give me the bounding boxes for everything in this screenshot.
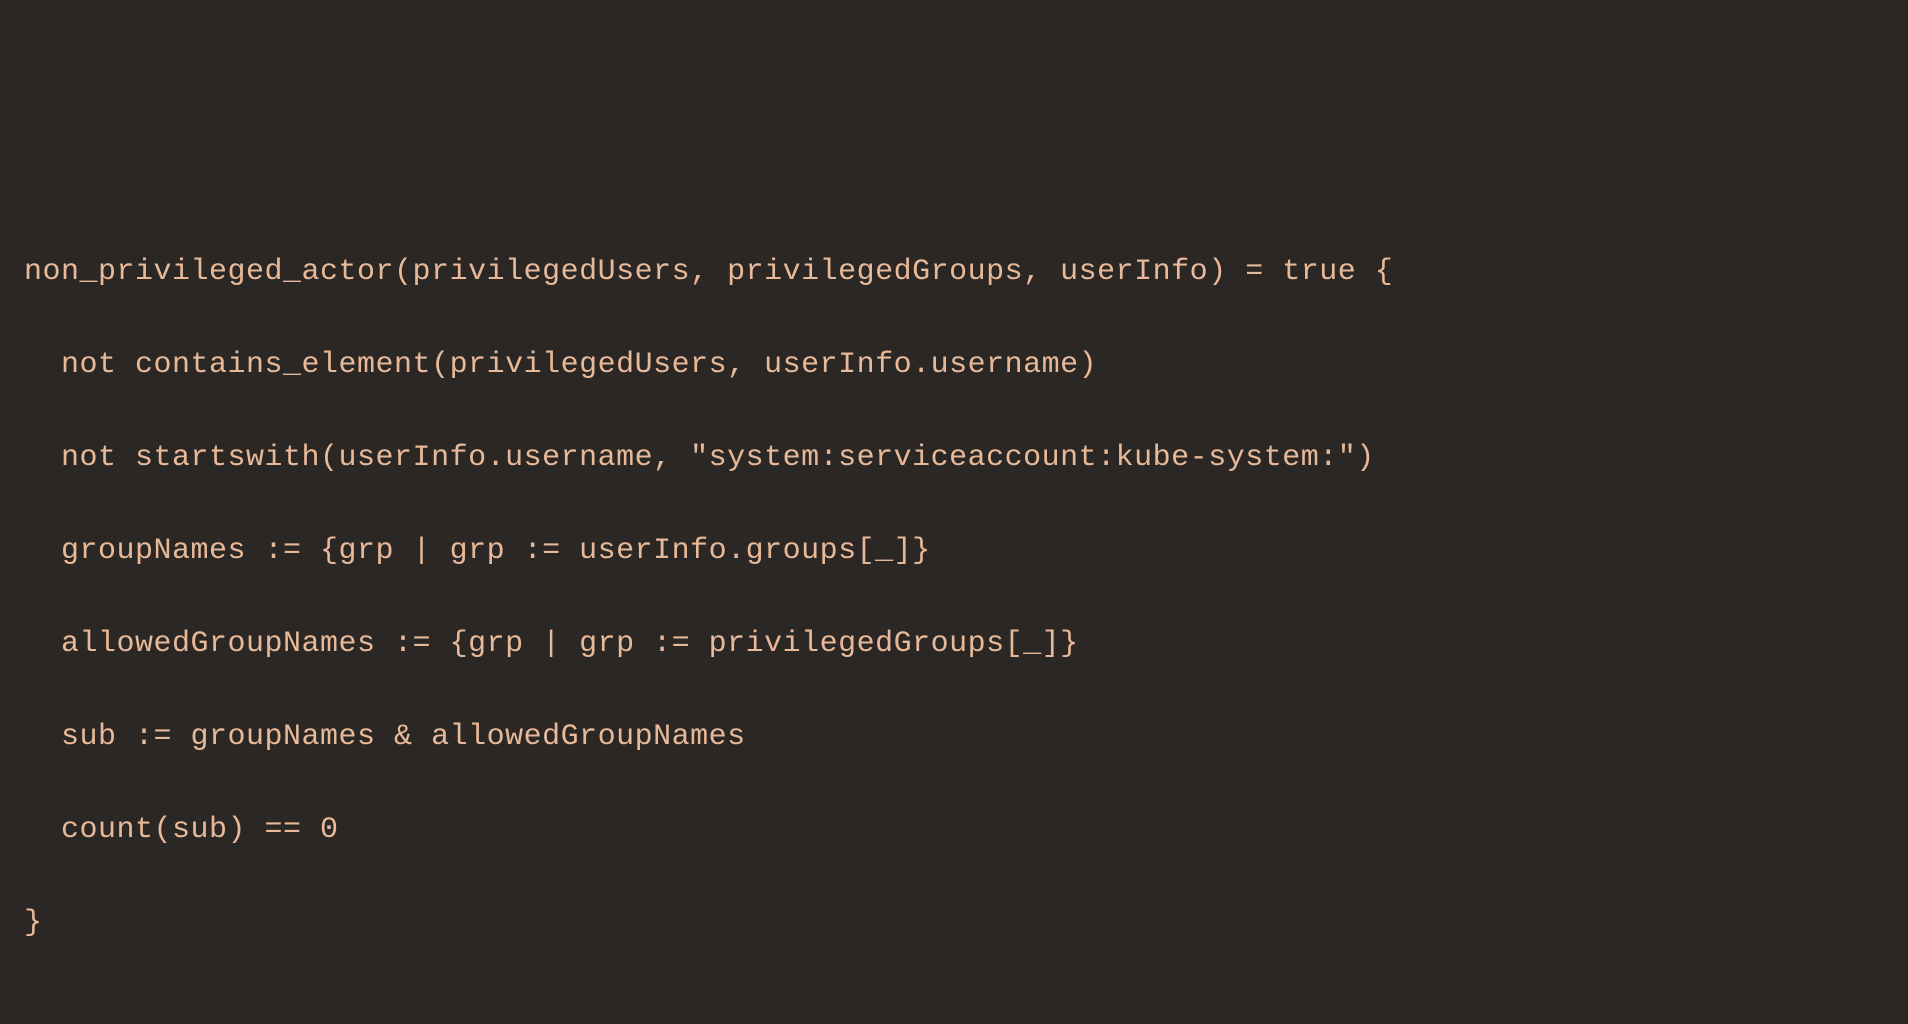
- code-block: non_privileged_actor(privilegedUsers, pr…: [24, 202, 1884, 993]
- code-line-5: allowedGroupNames := {grp | grp := privi…: [24, 621, 1884, 668]
- code-line-4: groupNames := {grp | grp := userInfo.gro…: [24, 528, 1884, 575]
- code-line-2: not contains_element(privilegedUsers, us…: [24, 342, 1884, 389]
- code-line-7: count(sub) == 0: [24, 807, 1884, 854]
- code-line-6: sub := groupNames & allowedGroupNames: [24, 714, 1884, 761]
- code-line-1: non_privileged_actor(privilegedUsers, pr…: [24, 249, 1884, 296]
- code-line-8: }: [24, 900, 1884, 947]
- code-line-3: not startswith(userInfo.username, "syste…: [24, 435, 1884, 482]
